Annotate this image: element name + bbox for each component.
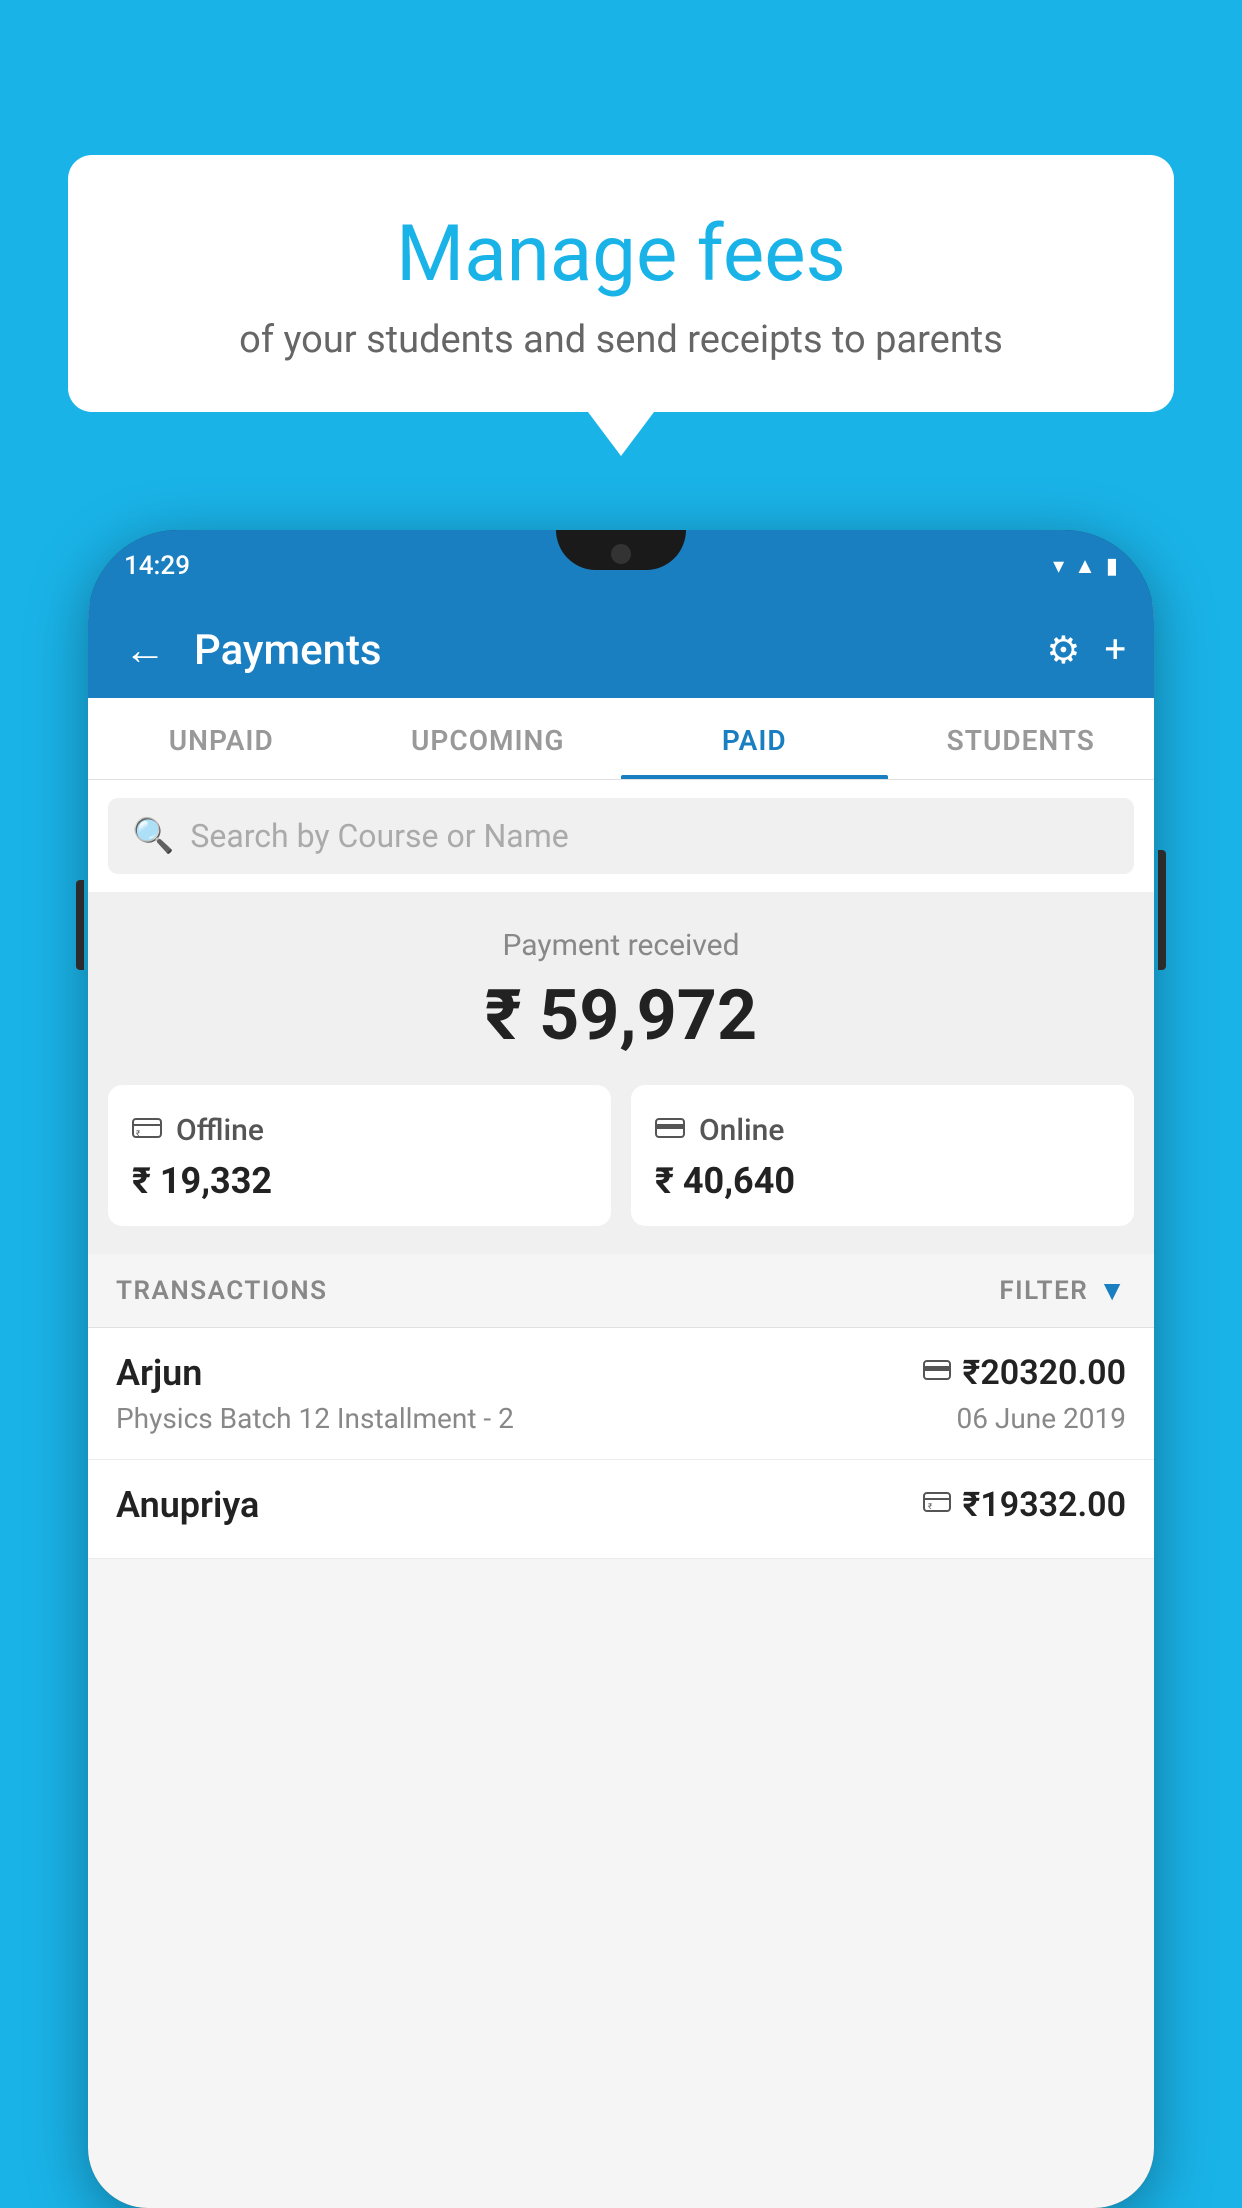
payment-received-section: Payment received ₹ 59,972 ₹ Offline: [88, 892, 1154, 1254]
online-icon: [655, 1113, 685, 1148]
online-payment-card: Online ₹ 40,640: [631, 1085, 1134, 1226]
header-title: Payments: [194, 626, 1026, 675]
status-bar: 14:29 ▾ ▲ ▮: [88, 530, 1154, 602]
transaction-amount-2: ₹19332.00: [963, 1485, 1126, 1525]
payment-received-label: Payment received: [108, 928, 1134, 963]
signal-icon: ▲: [1074, 553, 1096, 579]
offline-icon: ₹: [132, 1113, 162, 1148]
offline-card-header: ₹ Offline: [132, 1113, 587, 1148]
tab-students[interactable]: STUDENTS: [888, 698, 1155, 779]
header-actions: ⚙ +: [1046, 628, 1126, 673]
wifi-icon: ▾: [1053, 554, 1064, 579]
transaction-detail: Physics Batch 12 Installment - 2: [116, 1402, 514, 1435]
tabs-bar: UNPAID UPCOMING PAID STUDENTS: [88, 698, 1154, 780]
settings-icon[interactable]: ⚙: [1046, 628, 1080, 673]
phone-power-button: [1158, 850, 1166, 970]
online-payment-icon: [923, 1358, 951, 1388]
filter-button[interactable]: FILTER ▼: [999, 1274, 1126, 1307]
phone-screen: ← Payments ⚙ + UNPAID UPCOMING PAID STUD…: [88, 602, 1154, 2208]
bubble-subtitle: of your students and send receipts to pa…: [128, 318, 1114, 362]
tab-upcoming[interactable]: UPCOMING: [355, 698, 622, 779]
filter-label: FILTER: [999, 1276, 1088, 1306]
add-icon[interactable]: +: [1104, 628, 1126, 672]
transaction-amount-wrap-2: ₹ ₹19332.00: [923, 1485, 1126, 1525]
offline-payment-icon: ₹: [923, 1490, 951, 1520]
table-row[interactable]: Anupriya ₹ ₹19332.00: [88, 1460, 1154, 1559]
transactions-label: TRANSACTIONS: [116, 1276, 328, 1306]
app-header: ← Payments ⚙ +: [88, 602, 1154, 698]
transaction-row-top-2: Anupriya ₹ ₹19332.00: [116, 1484, 1126, 1526]
phone-frame: 14:29 ▾ ▲ ▮ ← Payments ⚙ + UNPAID UPCOMI…: [88, 530, 1154, 2208]
search-box[interactable]: 🔍 Search by Course or Name: [108, 798, 1134, 874]
phone-volume-button: [76, 880, 84, 970]
search-container: 🔍 Search by Course or Name: [88, 780, 1154, 892]
online-label: Online: [699, 1113, 784, 1148]
offline-payment-card: ₹ Offline ₹ 19,332: [108, 1085, 611, 1226]
transactions-header: TRANSACTIONS FILTER ▼: [88, 1254, 1154, 1328]
payment-total-amount: ₹ 59,972: [108, 975, 1134, 1057]
status-icons: ▾ ▲ ▮: [1053, 553, 1118, 579]
offline-label: Offline: [176, 1113, 264, 1148]
online-card-header: Online: [655, 1113, 1110, 1148]
transaction-name-2: Anupriya: [116, 1484, 259, 1526]
tab-unpaid[interactable]: UNPAID: [88, 698, 355, 779]
offline-amount: ₹ 19,332: [132, 1160, 587, 1202]
transaction-name: Arjun: [116, 1352, 202, 1394]
transaction-amount: ₹20320.00: [963, 1353, 1126, 1393]
online-amount: ₹ 40,640: [655, 1160, 1110, 1202]
status-time: 14:29: [124, 551, 190, 581]
battery-icon: ▮: [1106, 554, 1118, 579]
table-row[interactable]: Arjun ₹20320.00 Physics Batch 12 Install…: [88, 1328, 1154, 1460]
tab-paid[interactable]: PAID: [621, 698, 888, 779]
transaction-amount-wrap: ₹20320.00: [923, 1353, 1126, 1393]
filter-icon: ▼: [1098, 1274, 1126, 1307]
svg-text:₹: ₹: [136, 1129, 140, 1138]
speech-bubble: Manage fees of your students and send re…: [68, 155, 1174, 412]
search-icon: 🔍: [132, 816, 174, 856]
search-placeholder: Search by Course or Name: [190, 817, 568, 855]
payment-cards: ₹ Offline ₹ 19,332: [108, 1085, 1134, 1226]
svg-text:₹: ₹: [928, 1502, 932, 1511]
bubble-title: Manage fees: [128, 210, 1114, 300]
transaction-date: 06 June 2019: [956, 1402, 1126, 1435]
transaction-row-top: Arjun ₹20320.00: [116, 1352, 1126, 1394]
transaction-row-bottom: Physics Batch 12 Installment - 2 06 June…: [116, 1402, 1126, 1435]
back-button[interactable]: ←: [116, 618, 174, 683]
